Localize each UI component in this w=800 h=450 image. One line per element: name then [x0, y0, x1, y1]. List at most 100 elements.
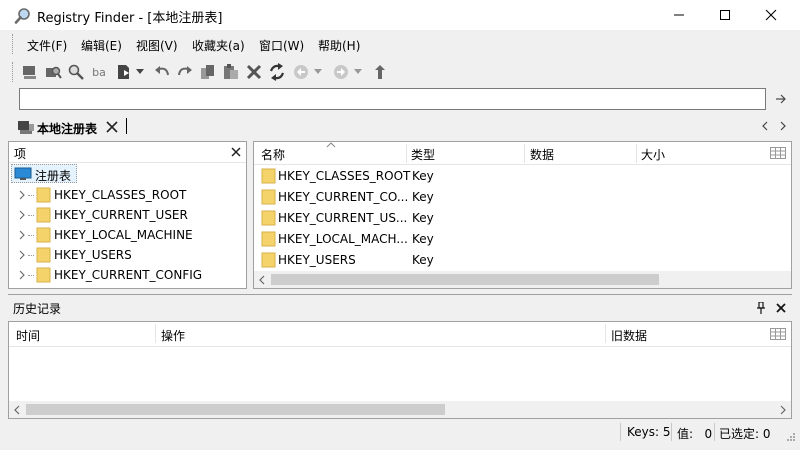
chevron-right-icon[interactable]: [17, 269, 27, 281]
chevron-right-icon[interactable]: [17, 249, 27, 261]
chevron-left-icon[interactable]: [13, 405, 21, 415]
tree-item[interactable]: HKEY_USERS: [9, 245, 245, 265]
menu-window[interactable]: 窗口(W): [259, 37, 304, 54]
table-row[interactable]: HKEY_CLASSES_ROOT Key: [254, 165, 791, 186]
tree-item[interactable]: HKEY_CURRENT_USER: [9, 205, 245, 225]
redo-button[interactable]: [175, 62, 195, 82]
column-header-name[interactable]: 名称: [261, 146, 285, 163]
delete-button[interactable]: [244, 62, 264, 82]
column-divider[interactable]: [636, 144, 637, 163]
title-bar: Registry Finder - [本地注册表]: [0, 0, 800, 30]
table-row[interactable]: HKEY_CURRENT_CO... Key: [254, 186, 791, 207]
list-header: 名称 类型 数据 大小: [254, 142, 791, 165]
chevron-right-icon[interactable]: [17, 209, 27, 221]
undo-button[interactable]: [152, 62, 172, 82]
export-button[interactable]: [114, 62, 134, 82]
table-row[interactable]: HKEY_USERS Key: [254, 249, 791, 270]
paste-button[interactable]: [221, 62, 241, 82]
row-type: Key: [412, 190, 434, 204]
chevron-right-icon[interactable]: [17, 189, 27, 201]
maximize-button[interactable]: [702, 0, 748, 30]
column-divider[interactable]: [605, 324, 606, 343]
column-header-action[interactable]: 操作: [161, 327, 185, 344]
status-divider: [620, 423, 621, 441]
tree-item[interactable]: HKEY_CURRENT_CONFIG: [9, 265, 245, 285]
tree-item[interactable]: HKEY_CLASSES_ROOT: [9, 185, 245, 205]
history-close-button[interactable]: [774, 300, 788, 316]
menu-view[interactable]: 视图(V): [136, 37, 178, 54]
up-level-button[interactable]: [370, 62, 390, 82]
chevron-right-icon[interactable]: [17, 229, 27, 241]
folder-icon: [261, 231, 276, 247]
resize-grip-icon[interactable]: [786, 432, 796, 442]
window-title: Registry Finder - [本地注册表]: [37, 11, 223, 26]
undo-icon: [155, 66, 169, 76]
row-name: HKEY_CURRENT_US...: [278, 211, 408, 225]
refresh-button[interactable]: [267, 62, 287, 82]
find-in-folder-button[interactable]: [43, 62, 63, 82]
row-name: HKEY_CLASSES_ROOT: [278, 169, 411, 183]
menu-help[interactable]: 帮助(H): [318, 37, 360, 54]
table-row[interactable]: HKEY_LOCAL_MACH... Key: [254, 228, 791, 249]
address-input[interactable]: [19, 88, 766, 110]
column-header-type[interactable]: 类型: [411, 146, 435, 163]
row-name: HKEY_USERS: [278, 253, 356, 267]
go-button[interactable]: [770, 88, 792, 110]
chevron-left-icon[interactable]: [258, 275, 266, 285]
tree-connector: [28, 215, 34, 216]
close-icon: [765, 9, 777, 21]
folder-icon: [261, 252, 276, 268]
status-values: 值: 0: [677, 427, 713, 441]
toolbar-grip: [12, 62, 15, 82]
chevron-right-icon[interactable]: [779, 405, 787, 415]
export-dropdown[interactable]: [134, 62, 146, 82]
tab-local-registry[interactable]: 本地注册表: [12, 116, 124, 138]
copy-button[interactable]: [198, 62, 218, 82]
minimize-button[interactable]: [656, 0, 702, 30]
column-chooser-icon[interactable]: [770, 328, 786, 340]
tab-close-button[interactable]: [104, 119, 120, 135]
forward-button[interactable]: [331, 62, 351, 82]
scrollbar-thumb[interactable]: [26, 404, 445, 415]
column-header-time[interactable]: 时间: [16, 327, 40, 344]
folder-icon: [36, 227, 51, 243]
scrollbar-thumb[interactable]: [271, 274, 659, 285]
row-type: Key: [412, 211, 434, 225]
search-icon: [68, 64, 84, 80]
status-selected: 已选定: 0: [719, 427, 771, 441]
find-button[interactable]: [66, 62, 86, 82]
back-button[interactable]: [291, 62, 311, 82]
connect-registry-button[interactable]: [20, 62, 40, 82]
menu-favorites[interactable]: 收藏夹(a): [192, 37, 245, 54]
tree-close-button[interactable]: [228, 144, 244, 160]
column-divider[interactable]: [406, 144, 407, 163]
tree-item[interactable]: HKEY_LOCAL_MACHINE: [9, 225, 245, 245]
close-icon: [776, 303, 786, 313]
history-pane-header: 历史记录: [8, 297, 792, 319]
status-divider: [671, 423, 672, 441]
column-header-old-data[interactable]: 旧数据: [611, 327, 647, 344]
tree-root-item[interactable]: 注册表: [11, 164, 77, 183]
history-pin-button[interactable]: [754, 300, 768, 316]
tab-scroll-left-button[interactable]: [758, 118, 772, 134]
menu-file[interactable]: 文件(F): [27, 37, 67, 54]
back-dropdown[interactable]: [312, 62, 324, 82]
forward-dropdown[interactable]: [352, 62, 364, 82]
replace-text-button[interactable]: ba: [89, 62, 109, 82]
column-chooser-icon[interactable]: [770, 147, 786, 159]
pane-splitter[interactable]: [8, 294, 792, 295]
menu-edit[interactable]: 编辑(E): [81, 37, 122, 54]
row-type: Key: [412, 232, 434, 246]
column-header-data[interactable]: 数据: [530, 146, 554, 163]
close-window-button[interactable]: [748, 0, 794, 30]
history-horizontal-scrollbar[interactable]: [9, 401, 791, 418]
folder-icon: [36, 247, 51, 263]
column-divider[interactable]: [155, 324, 156, 343]
column-header-size[interactable]: 大小: [641, 146, 665, 163]
chevron-down-icon: [354, 69, 362, 74]
list-horizontal-scrollbar[interactable]: [254, 271, 791, 288]
table-row[interactable]: HKEY_CURRENT_US... Key: [254, 207, 791, 228]
tree-connector: [28, 275, 34, 276]
tab-scroll-right-button[interactable]: [776, 118, 790, 134]
column-divider[interactable]: [524, 144, 525, 163]
